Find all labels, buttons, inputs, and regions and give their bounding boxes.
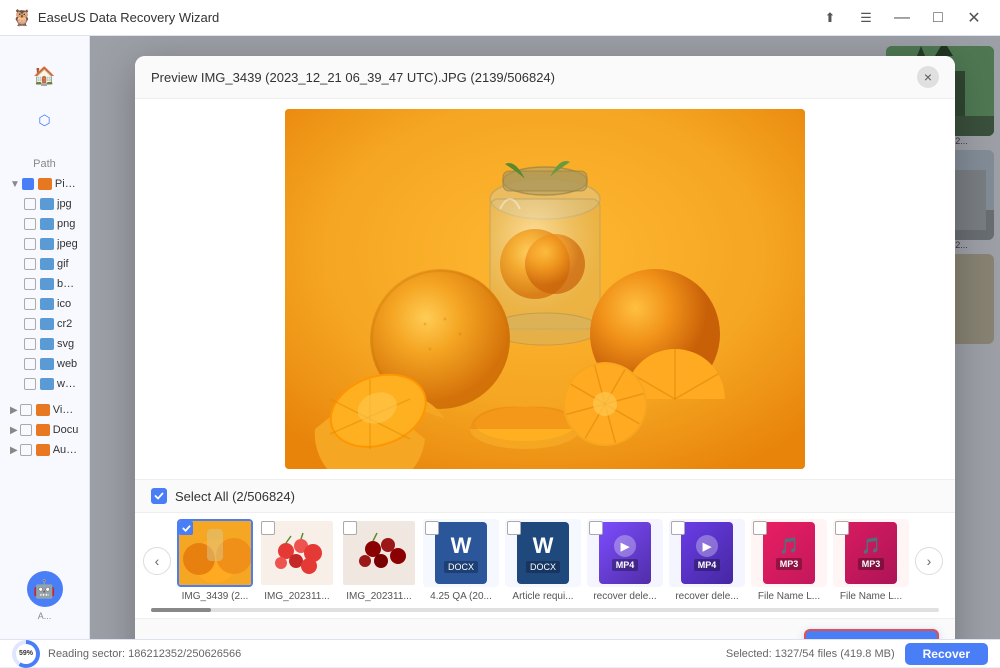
title-bar: 🦉 EaseUS Data Recovery Wizard ⬆ ☰ — □ ✕ (0, 0, 1000, 36)
app-title: EaseUS Data Recovery Wizard (38, 10, 816, 25)
modal-thumbnails-strip: ‹ (135, 513, 955, 608)
back-icon[interactable]: ⬡ (25, 100, 65, 140)
tree-item-web[interactable]: web (6, 354, 83, 374)
thumb-item-8[interactable]: 🎵 MP3 File Name L... (751, 519, 827, 602)
modal-overlay: Preview IMG_3439 (2023_12_21 06_39_47 UT… (90, 36, 1000, 639)
modal-header: Preview IMG_3439 (2023_12_21 06_39_47 UT… (135, 56, 955, 99)
tree-item-ico[interactable]: ico (6, 294, 83, 314)
thumb-checkbox-9[interactable] (835, 521, 849, 535)
progress-indicator: 59% (12, 640, 40, 668)
tree-item-jpg[interactable]: jpg (6, 194, 83, 214)
thumb-label-6: recover dele... (593, 591, 656, 602)
thumb-label-3: IMG_202311... (346, 591, 411, 602)
thumb-label-5: Article requi... (512, 591, 573, 602)
app-content: 🏠 ⬡ Path ▼ Pictu jpg (0, 36, 1000, 639)
app-window: 🦉 EaseUS Data Recovery Wizard ⬆ ☰ — □ ✕ … (0, 0, 1000, 667)
modal-image-area (135, 99, 955, 479)
reading-sector-status: Reading sector: 186212352/250626566 (48, 648, 241, 660)
thumb-item-7[interactable]: ▶ MP4 recover dele... (669, 519, 745, 602)
tree-item-png[interactable]: png (6, 214, 83, 234)
thumb-checkbox-2[interactable] (261, 521, 275, 535)
tree-item-docu[interactable]: ▶ Docu (6, 420, 83, 440)
main-area: ...163803 (2... ...163856 (2... 🌿 (90, 36, 1000, 639)
thumb-label-4: 4.25 QA (20... (430, 591, 492, 602)
thumb-label-7: recover dele... (675, 591, 738, 602)
thumb-checkbox-8[interactable] (753, 521, 767, 535)
thumb-checkbox-6[interactable] (589, 521, 603, 535)
tree-item-video[interactable]: ▶ Video (6, 400, 83, 420)
thumb-label-2: IMG_202311... (264, 591, 329, 602)
thumb-prev-button[interactable]: ‹ (143, 547, 171, 575)
thumb-checkbox-3[interactable] (343, 521, 357, 535)
menu-icon[interactable]: ☰ (852, 8, 880, 28)
close-button[interactable]: ✕ (960, 8, 988, 28)
tree-item-pictures[interactable]: ▼ Pictu (6, 174, 83, 194)
thumb-label-9: File Name L... (840, 591, 902, 602)
thumb-next-button[interactable]: › (915, 547, 943, 575)
thumb-item-3[interactable]: IMG_202311... (341, 519, 417, 602)
tree-item-bmp[interactable]: bm... (6, 274, 83, 294)
recover-button[interactable]: Recover (804, 629, 939, 639)
tree-item-wm[interactable]: wm... (6, 374, 83, 394)
thumb-label-1: IMG_3439 (2... (182, 591, 249, 602)
modal-footer: Selected: 2 files (3.40 MB) Recover (135, 618, 955, 639)
thumb-checkbox-5[interactable] (507, 521, 521, 535)
preview-image (285, 109, 805, 469)
thumb-checkbox-1[interactable] (179, 521, 193, 535)
tree-item-jpeg[interactable]: jpeg (6, 234, 83, 254)
bottom-recover-button[interactable]: Recover (905, 643, 988, 665)
thumb-item-6[interactable]: ▶ MP4 recover dele... (587, 519, 663, 602)
select-all-label: Select All (2/506824) (175, 489, 295, 504)
modal-close-button[interactable]: × (917, 66, 939, 88)
sidebar: 🏠 ⬡ Path ▼ Pictu jpg (0, 36, 90, 639)
thumb-item-5[interactable]: W DOCX Article requi... (505, 519, 581, 602)
select-all-checkbox[interactable] (151, 488, 167, 504)
modal-title: Preview IMG_3439 (2023_12_21 06_39_47 UT… (151, 70, 917, 85)
sidebar-tree: ▼ Pictu jpg png jp (0, 174, 89, 563)
tree-item-audio[interactable]: ▶ Audio (6, 440, 83, 460)
thumb-item-4[interactable]: W DOCX 4.25 QA (20... (423, 519, 499, 602)
progress-percent: 59% (16, 644, 36, 664)
maximize-button[interactable]: □ (924, 8, 952, 28)
thumb-label-8: File Name L... (758, 591, 820, 602)
sidebar-header: 🏠 ⬡ (0, 46, 89, 152)
modal-select-bar: Select All (2/506824) (135, 479, 955, 513)
tree-item-gif[interactable]: gif (6, 254, 83, 274)
ai-assistant-icon[interactable]: 🤖 (27, 571, 63, 607)
thumb-item-1[interactable]: IMG_3439 (2... (177, 519, 253, 602)
selected-files-count: Selected: 1327/54 files (419.8 MB) (726, 648, 895, 660)
app-logo-icon: 🦉 (12, 8, 32, 28)
thumb-item-9[interactable]: 🎵 MP3 File Name L... (833, 519, 909, 602)
thumb-checkbox-4[interactable] (425, 521, 439, 535)
preview-modal: Preview IMG_3439 (2023_12_21 06_39_47 UT… (135, 56, 955, 639)
minimize-button[interactable]: — (888, 8, 916, 28)
path-label: Path (0, 158, 89, 170)
tree-item-cr2[interactable]: cr2 (6, 314, 83, 334)
thumb-checkbox-7[interactable] (671, 521, 685, 535)
thumbnail-scrollbar[interactable] (151, 608, 939, 612)
thumbnail-scrollbar-thumb[interactable] (151, 608, 211, 612)
home-icon[interactable]: 🏠 (25, 56, 65, 96)
title-bar-controls: ⬆ ☰ — □ ✕ (816, 8, 988, 28)
bottom-bar: 59% Reading sector: 186212352/250626566 … (0, 639, 1000, 667)
tree-item-svg[interactable]: svg (6, 334, 83, 354)
upload-icon[interactable]: ⬆ (816, 8, 844, 28)
thumb-item-2[interactable]: IMG_202311... (259, 519, 335, 602)
